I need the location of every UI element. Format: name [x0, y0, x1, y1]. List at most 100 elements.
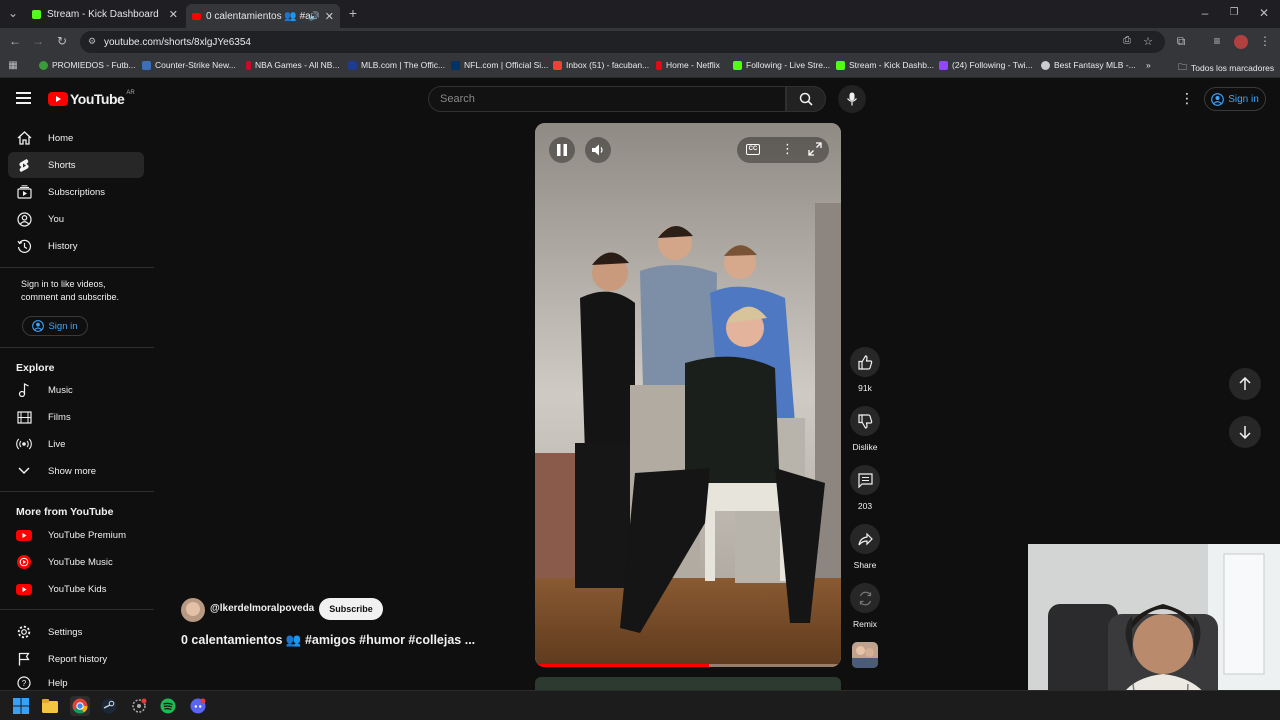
- bookmark-kick-dashboard[interactable]: Stream - Kick Dashb...: [836, 60, 934, 70]
- video-progress-bar[interactable]: [535, 664, 841, 667]
- extensions-icon[interactable]: ⧉: [1174, 34, 1188, 48]
- youtube-logo[interactable]: YouTube AR: [48, 90, 135, 107]
- close-window-icon[interactable]: ✕: [1257, 6, 1271, 20]
- bookmark-nba[interactable]: NBA Games - All NB...: [246, 60, 340, 70]
- sidebar-item-films[interactable]: Films: [8, 404, 144, 430]
- share-button[interactable]: [850, 524, 880, 554]
- more-bookmarks-icon[interactable]: »: [1146, 60, 1151, 70]
- steam-icon[interactable]: [99, 696, 119, 716]
- captions-icon[interactable]: CC: [746, 144, 760, 155]
- search-button[interactable]: [786, 86, 826, 112]
- back-icon[interactable]: ←: [8, 34, 22, 48]
- next-short-preview[interactable]: [535, 677, 841, 690]
- bookmark-netflix[interactable]: Home - Netflix: [656, 60, 720, 70]
- subscribe-button[interactable]: Subscribe: [319, 598, 383, 620]
- site-info-icon[interactable]: ⚙: [88, 36, 96, 47]
- sidebar-item-report-history[interactable]: Report history: [8, 646, 144, 672]
- dislike-action[interactable]: Dislike: [846, 406, 884, 452]
- video-more-icon[interactable]: ⋮: [781, 141, 794, 157]
- forward-icon[interactable]: →: [31, 34, 45, 48]
- share-action[interactable]: Share: [846, 524, 884, 570]
- bookmark-counter-strike[interactable]: Counter-Strike New...: [142, 60, 236, 70]
- sidebar-item-youtube-premium[interactable]: YouTube Premium: [8, 522, 144, 548]
- bookmark-fantasy-mlb[interactable]: Best Fantasy MLB -...: [1041, 60, 1136, 70]
- like-count: 91k: [858, 383, 872, 393]
- sidebar-item-show-more[interactable]: Show more: [8, 458, 144, 484]
- channel-name[interactable]: @lkerdelmoralpoveda: [210, 603, 314, 614]
- tab-kick-dashboard[interactable]: Stream - Kick Dashboard ✕: [26, 4, 184, 24]
- sidebar-item-history[interactable]: History: [8, 233, 144, 259]
- windows-start-icon[interactable]: [11, 696, 31, 716]
- bookmark-nfl[interactable]: NFL.com | Official Si...: [451, 60, 548, 70]
- browser-menu-icon[interactable]: ⋮: [1258, 34, 1272, 48]
- like-action[interactable]: 91k: [846, 347, 884, 393]
- bookmark-gmail[interactable]: Inbox (51) - facuban...: [553, 60, 649, 70]
- app-settings-icon[interactable]: [129, 696, 149, 716]
- header-sign-in-button[interactable]: Sign in: [1204, 87, 1266, 111]
- sound-thumbnail[interactable]: [852, 642, 878, 668]
- comment-count: 203: [857, 501, 873, 511]
- apps-grid-icon[interactable]: ▦: [6, 59, 20, 73]
- fullscreen-icon[interactable]: [808, 142, 822, 161]
- close-tab-icon[interactable]: ✕: [325, 10, 334, 23]
- sidebar-item-label: Show more: [48, 465, 97, 477]
- channel-avatar[interactable]: [181, 598, 205, 622]
- pause-button[interactable]: [549, 137, 575, 163]
- search-input[interactable]: Search: [428, 86, 786, 112]
- address-bar[interactable]: ⚙ youtube.com/shorts/8xlgJYe6354 ⎙ ☆: [80, 31, 1165, 53]
- media-controls-icon[interactable]: ≡: [1210, 34, 1224, 48]
- sidebar-item-subscriptions[interactable]: Subscriptions: [8, 179, 144, 205]
- tab-search-icon[interactable]: ⌄: [6, 6, 20, 20]
- like-button[interactable]: [850, 347, 880, 377]
- sidebar-item-youtube-kids[interactable]: YouTube Kids: [8, 576, 144, 602]
- tab-audio-icon[interactable]: 🔊: [309, 11, 320, 22]
- sign-in-label: Sign in: [1228, 93, 1259, 105]
- short-video-player[interactable]: CC ⋮: [535, 123, 841, 667]
- sidebar-item-shorts[interactable]: Shorts: [8, 152, 144, 178]
- short-title[interactable]: 0 calentamientos 👥 #amigos #humor #colle…: [181, 633, 475, 648]
- next-short-button[interactable]: [1229, 416, 1261, 448]
- bookmark-kick-following[interactable]: Following - Live Stre...: [733, 60, 830, 70]
- sidebar-item-youtube-music[interactable]: YouTube Music: [8, 549, 144, 575]
- previous-short-button[interactable]: [1229, 368, 1261, 400]
- more-options-icon[interactable]: ⋮: [1180, 90, 1194, 107]
- tab-youtube-short[interactable]: 0 calentamientos 👥 #amig 🔊 ✕: [186, 4, 340, 28]
- comments-action[interactable]: 203: [846, 465, 884, 511]
- sidebar-sign-in-button[interactable]: Sign in: [22, 316, 88, 336]
- share-icon: [857, 532, 873, 545]
- install-app-icon[interactable]: ⎙: [1123, 35, 1131, 46]
- hamburger-menu-icon[interactable]: [16, 92, 31, 104]
- sidebar-item-music[interactable]: Music: [8, 377, 144, 403]
- sidebar-item-home[interactable]: Home: [8, 125, 144, 151]
- new-tab-icon[interactable]: +: [346, 6, 360, 20]
- bookmark-twitch[interactable]: (24) Following - Twi...: [939, 60, 1033, 70]
- discord-icon[interactable]: [188, 696, 208, 716]
- minimize-window-icon[interactable]: –: [1198, 6, 1212, 20]
- arrow-up-icon: [1239, 377, 1251, 390]
- voice-search-button[interactable]: [838, 85, 866, 113]
- chrome-icon[interactable]: [70, 696, 90, 716]
- all-bookmarks-folder[interactable]: 🗀 Todos los marcadores: [1178, 60, 1274, 76]
- history-icon: [8, 239, 40, 254]
- comments-button[interactable]: [850, 465, 880, 495]
- shorts-icon: [8, 158, 40, 173]
- sidebar-item-label: Subscriptions: [48, 186, 106, 198]
- bookmark-star-icon[interactable]: ☆: [1143, 35, 1153, 48]
- remix-action[interactable]: Remix: [846, 583, 884, 629]
- sidebar-item-you[interactable]: You: [8, 206, 144, 232]
- bookmark-favicon-icon: [939, 60, 948, 70]
- volume-button[interactable]: [585, 137, 611, 163]
- sidebar-item-live[interactable]: Live: [8, 431, 144, 457]
- arrow-down-icon: [1239, 426, 1251, 439]
- file-explorer-icon[interactable]: [40, 696, 60, 716]
- sidebar-item-settings[interactable]: Settings: [8, 619, 144, 645]
- profile-avatar[interactable]: [1234, 35, 1248, 49]
- bookmark-promiedos[interactable]: PROMIEDOS - Futb...: [39, 60, 136, 70]
- bookmark-mlb[interactable]: MLB.com | The Offic...: [348, 60, 445, 70]
- reload-icon[interactable]: ↻: [55, 34, 69, 48]
- spotify-icon[interactable]: [158, 696, 178, 716]
- remix-button[interactable]: [850, 583, 880, 613]
- dislike-button[interactable]: [850, 406, 880, 436]
- close-tab-icon[interactable]: ✕: [169, 8, 178, 21]
- maximize-window-icon[interactable]: ❐: [1227, 6, 1241, 20]
